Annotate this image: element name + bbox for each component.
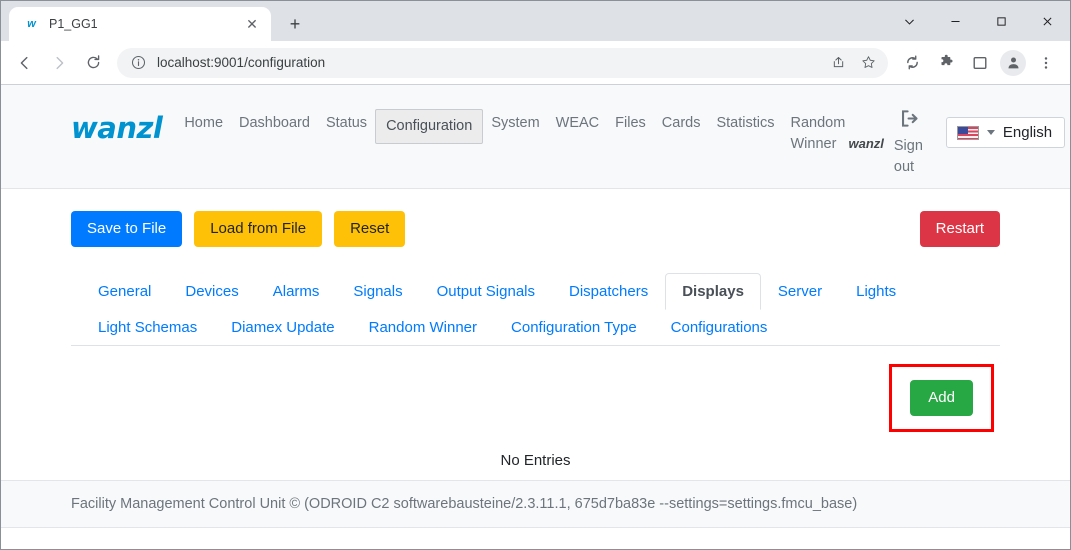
kebab-menu-icon[interactable] <box>1030 47 1062 79</box>
tab-general[interactable]: General <box>81 273 168 310</box>
footer-text: Facility Management Control Unit © (ODRO… <box>71 496 858 512</box>
save-to-file-button[interactable]: Save to File <box>71 211 183 248</box>
app-navbar: wanzl Home Dashboard Status Configuratio… <box>1 85 1070 190</box>
add-button[interactable]: Add <box>910 380 973 417</box>
displays-panel: Add No Entries <box>21 346 1050 480</box>
info-circle-icon[interactable] <box>129 54 147 72</box>
minimize-icon[interactable] <box>932 1 978 41</box>
browser-window: w P1_GG1 ✕ + localhost:9001/configuratio… <box>0 0 1071 550</box>
page-bottom-spacer <box>1 528 1070 549</box>
extensions-puzzle-icon[interactable] <box>930 47 962 79</box>
language-label: English <box>1002 124 1053 141</box>
nav-item-system[interactable]: System <box>483 109 547 138</box>
us-flag-icon <box>956 125 979 140</box>
page-content: wanzl Home Dashboard Status Configuratio… <box>1 85 1070 549</box>
tab-dispatchers[interactable]: Dispatchers <box>552 273 665 310</box>
tab-devices[interactable]: Devices <box>168 273 255 310</box>
add-button-row: Add <box>71 346 1000 433</box>
nav-item-dashboard[interactable]: Dashboard <box>231 109 318 138</box>
nav-item-cards[interactable]: Cards <box>654 109 709 138</box>
chevron-down-icon[interactable] <box>886 1 932 41</box>
current-username: wanzl <box>848 136 884 151</box>
nav-item-configuration[interactable]: Configuration <box>375 109 484 145</box>
forward-arrow-icon[interactable] <box>43 47 75 79</box>
side-panel-icon[interactable] <box>964 47 996 79</box>
browser-tab-title: P1_GG1 <box>49 17 98 31</box>
nav-links: Home Dashboard Status Configuration Syst… <box>176 97 932 178</box>
address-bar[interactable]: localhost:9001/configuration <box>117 47 888 78</box>
sign-out-button[interactable]: Sign out <box>888 109 932 178</box>
omnibox-actions <box>824 49 882 77</box>
tab-configuration-type[interactable]: Configuration Type <box>494 309 654 346</box>
nav-item-home[interactable]: Home <box>176 109 231 138</box>
empty-state-label: No Entries <box>500 452 571 470</box>
browser-tab-strip: w P1_GG1 ✕ + <box>1 1 1070 41</box>
nav-item-statistics[interactable]: Statistics <box>708 109 782 138</box>
chevron-down-icon <box>986 130 995 135</box>
restart-button[interactable]: Restart <box>919 211 1000 248</box>
config-tabs-wrapper: General Devices Alarms Signals Output Si… <box>21 273 1050 347</box>
nav-item-weac[interactable]: WEAC <box>548 109 608 138</box>
tab-displays[interactable]: Displays <box>665 273 761 311</box>
browser-toolbar: localhost:9001/configuration <box>1 41 1070 85</box>
sign-out-label: Sign out <box>893 138 923 176</box>
language-selector[interactable]: English <box>945 117 1066 148</box>
tab-alarms[interactable]: Alarms <box>256 273 337 310</box>
page-footer: Facility Management Control Unit © (ODRO… <box>1 480 1070 528</box>
tab-diamex-update[interactable]: Diamex Update <box>214 309 351 346</box>
url-text: localhost:9001/configuration <box>157 55 326 70</box>
nav-item-status[interactable]: Status <box>318 109 375 138</box>
tab-lights[interactable]: Lights <box>839 273 913 310</box>
config-tabs: General Devices Alarms Signals Output Si… <box>71 273 1000 347</box>
tab-server[interactable]: Server <box>761 273 839 310</box>
reload-icon[interactable] <box>77 47 109 79</box>
browser-tab[interactable]: w P1_GG1 ✕ <box>9 7 271 41</box>
nav-item-files[interactable]: Files <box>607 109 654 138</box>
nav-item-random-winner[interactable]: Random Winner <box>782 109 845 159</box>
tab-configurations[interactable]: Configurations <box>654 309 785 346</box>
tab-light-schemas[interactable]: Light Schemas <box>81 309 214 346</box>
highlight-annotation: Add <box>889 364 994 433</box>
new-tab-button[interactable]: + <box>281 10 309 38</box>
tab-signals[interactable]: Signals <box>336 273 419 310</box>
share-icon[interactable] <box>824 49 852 77</box>
bookmark-star-icon[interactable] <box>854 49 882 77</box>
load-from-file-button[interactable]: Load from File <box>194 211 323 248</box>
tab-output-signals[interactable]: Output Signals <box>420 273 552 310</box>
configuration-content: Save to File Load from File Reset Restar… <box>1 189 1070 480</box>
profile-avatar-icon[interactable] <box>1000 49 1026 76</box>
sign-out-icon <box>900 109 919 135</box>
wanzl-favicon-icon: w <box>27 18 36 30</box>
maximize-icon[interactable] <box>978 1 1024 41</box>
back-arrow-icon[interactable] <box>9 47 41 79</box>
close-icon[interactable]: ✕ <box>243 15 261 33</box>
close-window-icon[interactable] <box>1024 1 1070 41</box>
window-controls <box>886 1 1070 41</box>
action-button-row: Save to File Load from File Reset Restar… <box>21 211 1050 248</box>
tab-random-winner[interactable]: Random Winner <box>352 309 494 346</box>
wanzl-logo[interactable]: wanzl <box>71 111 163 145</box>
reset-button[interactable]: Reset <box>334 211 406 248</box>
sync-icon[interactable] <box>896 47 928 79</box>
